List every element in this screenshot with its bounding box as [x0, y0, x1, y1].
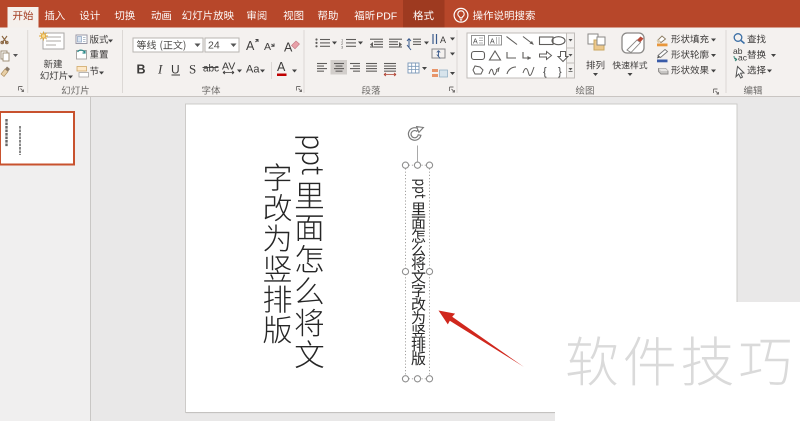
- svg-text:A: A: [264, 41, 271, 53]
- svg-text:abc: abc: [203, 64, 219, 75]
- svg-text:24: 24: [208, 40, 220, 52]
- svg-text:U: U: [171, 63, 180, 77]
- svg-text:S: S: [189, 62, 196, 77]
- svg-text:PDF: PDF: [376, 10, 397, 22]
- svg-text:A: A: [277, 60, 286, 74]
- svg-text:{: {: [543, 66, 547, 78]
- svg-text:I: I: [157, 62, 163, 77]
- svg-text:A: A: [284, 41, 293, 55]
- svg-text:AV: AV: [222, 61, 235, 73]
- svg-text:A: A: [490, 39, 495, 46]
- svg-text:}: }: [558, 66, 562, 78]
- svg-text:A: A: [440, 35, 446, 45]
- svg-text:ac: ac: [738, 53, 748, 63]
- svg-text:A: A: [246, 39, 255, 53]
- svg-text:Aa: Aa: [246, 64, 260, 76]
- svg-text:A: A: [473, 39, 478, 46]
- svg-text:B: B: [137, 63, 146, 77]
